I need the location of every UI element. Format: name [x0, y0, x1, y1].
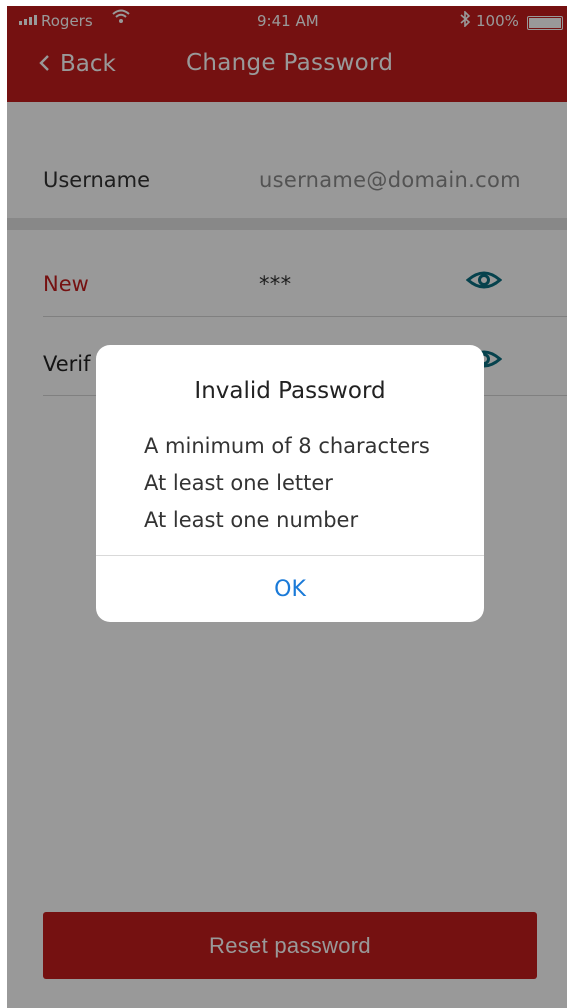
alert-line: At least one number [144, 508, 359, 532]
alert-title: Invalid Password [194, 378, 386, 404]
ok-button[interactable]: OK [96, 556, 484, 622]
invalid-password-alert: Invalid Password A minimum of 8 characte… [96, 345, 484, 622]
alert-line: A minimum of 8 characters [144, 434, 430, 458]
screen: Rogers 9:41 AM 100% Back Change Password… [7, 6, 567, 1008]
alert-line: At least one letter [144, 471, 333, 495]
alert-message: A minimum of 8 characters At least one l… [144, 428, 430, 539]
